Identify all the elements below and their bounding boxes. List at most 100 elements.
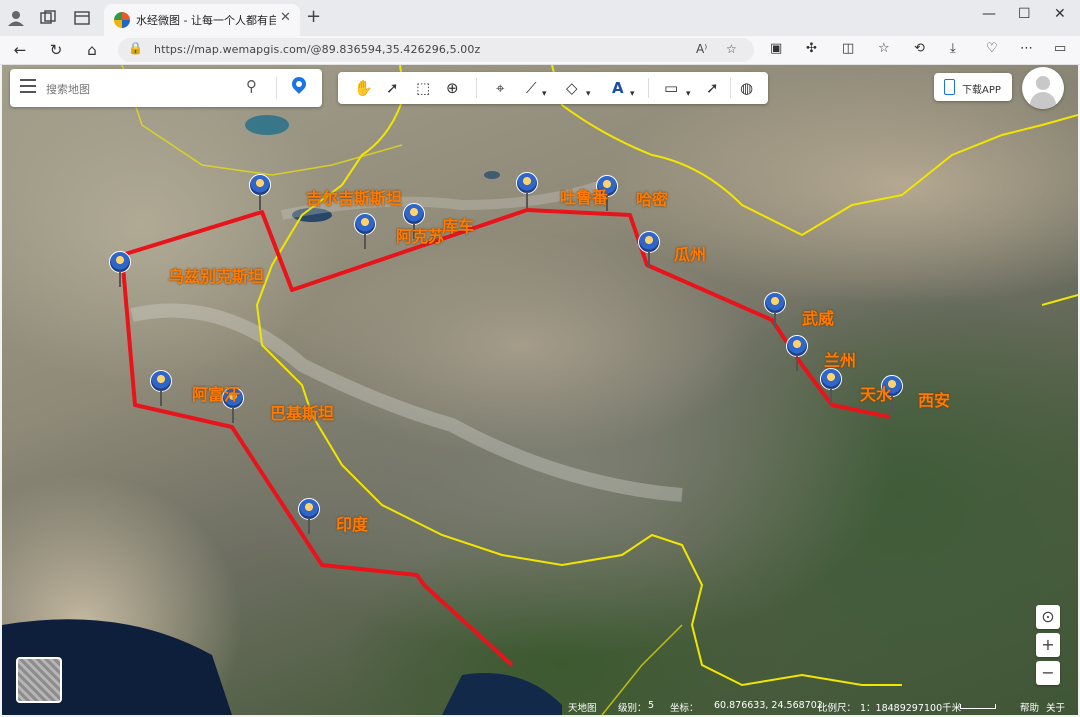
map-canvas[interactable]: 吉尔吉斯斯坦 吐鲁番 哈密 阿克苏 库车 瓜州 乌兹别克斯坦 武威 兰州 天水 … (2, 65, 1078, 715)
home-icon[interactable]: ⌂ (82, 40, 102, 60)
url-text: https://map.wemapgis.com/@89.836594,35.4… (154, 43, 481, 56)
chevron-down-icon[interactable]: ▾ (630, 84, 635, 104)
label-guazhou: 瓜州 (674, 245, 707, 264)
menu-icon[interactable] (20, 79, 36, 93)
about-link[interactable]: 关于 (1046, 700, 1065, 714)
label-uzbekistan: 乌兹别克斯坦 (168, 267, 265, 286)
refresh-icon[interactable]: ↻ (46, 40, 66, 60)
marker-uzbekistan[interactable] (109, 251, 131, 287)
split-screen-icon[interactable]: ◫ (842, 41, 854, 56)
marker-guazhou[interactable] (638, 231, 660, 267)
marker-turpan[interactable] (516, 172, 538, 208)
measure-ruler-icon[interactable]: ▭ (664, 78, 678, 98)
url-field[interactable]: 🔒 https://map.wemapgis.com/@89.836594,35… (118, 38, 754, 62)
minimize-icon[interactable]: — (982, 6, 996, 22)
scale-bar-label: 100千米 (924, 703, 962, 714)
marker-lanzhou[interactable] (786, 335, 808, 371)
level-value: 5 (648, 700, 655, 711)
tab-actions-icon[interactable] (72, 8, 92, 28)
browser-address-bar: ← ↻ ⌂ 🔒 https://map.wemapgis.com/@89.836… (0, 36, 1080, 65)
downloads-icon[interactable]: ⤓ (950, 41, 956, 56)
zoom-out-button[interactable]: − (1036, 661, 1060, 685)
marker-tianshui[interactable] (820, 368, 842, 404)
maximize-icon[interactable]: ☐ (1018, 6, 1031, 22)
label-pakistan: 巴基斯坦 (270, 404, 335, 423)
label-turpan: 吐鲁番 (560, 188, 609, 207)
browser-tab-bar: 水经微图 - 让每一个人都有自己 ✕ + — ☐ ✕ (0, 0, 1080, 37)
search-input[interactable] (44, 78, 238, 100)
label-afghanistan: 阿富汗 (192, 385, 241, 404)
chevron-down-icon[interactable]: ▾ (586, 84, 591, 104)
zoom-in-button[interactable]: + (1036, 633, 1060, 657)
level-label: 级别： (618, 703, 647, 714)
basemap-name: 天地图 (568, 703, 597, 714)
draw-polygon-icon[interactable]: ◇ (566, 78, 578, 98)
label-wuwei: 武威 (802, 309, 835, 328)
east-border (1041, 294, 1078, 306)
close-window-icon[interactable]: ✕ (1054, 6, 1066, 22)
coord-label: 坐标： (670, 703, 699, 714)
query-pointer-icon[interactable]: ➚ (706, 78, 719, 98)
map-toolbar: ✋ ➚ ⬚ ⊕ ⌖ ⟋ ▾ ◇ ▾ A ▾ ▭ ▾ ➚ ◍ (338, 72, 768, 104)
divider (648, 78, 649, 98)
scale-label: 比例尺： (818, 703, 857, 714)
marker-aksu[interactable] (354, 213, 376, 249)
close-tab-icon[interactable]: ✕ (280, 10, 291, 25)
favorite-star-icon[interactable]: ☆ (726, 42, 737, 56)
select-pointer-icon[interactable]: ➚ (386, 78, 399, 98)
zoom-controls: ⊙ + − (1036, 605, 1060, 689)
chevron-down-icon[interactable]: ▾ (686, 84, 691, 104)
download-app-button[interactable]: 下载APP (934, 73, 1012, 101)
label-kuche: 库车 (442, 217, 475, 236)
chevron-down-icon[interactable]: ▾ (542, 84, 547, 104)
site-favicon-icon (114, 12, 130, 28)
label-tianshui: 天水 (860, 385, 893, 404)
label-india: 印度 (336, 515, 369, 534)
workspaces-icon[interactable] (38, 8, 58, 28)
pan-hand-icon[interactable]: ✋ (354, 78, 373, 98)
tab-active[interactable]: 水经微图 - 让每一个人都有自己 ✕ (104, 4, 300, 36)
profile-icon[interactable] (6, 8, 26, 28)
location-pin-icon[interactable] (289, 74, 309, 94)
my-location-icon[interactable]: ⊙ (1036, 605, 1060, 629)
download-app-label: 下载APP (962, 85, 1001, 96)
zoom-area-icon[interactable]: ⊕ (446, 78, 459, 98)
divider (276, 77, 277, 99)
back-icon[interactable]: ← (10, 40, 30, 60)
divider (476, 78, 477, 98)
user-avatar[interactable] (1022, 67, 1064, 109)
more-options-icon[interactable]: ⋯ (1020, 41, 1033, 56)
globe-icon[interactable]: ◍ (740, 78, 753, 98)
add-text-icon[interactable]: A (612, 78, 624, 98)
help-link[interactable]: 帮助 (1020, 700, 1039, 714)
search-icon[interactable]: ⚲ (246, 77, 257, 95)
marker-wuwei[interactable] (764, 292, 786, 328)
label-lanzhou: 兰州 (824, 351, 857, 370)
marker-kyrgyzstan[interactable] (249, 174, 271, 210)
tab-title: 水经微图 - 让每一个人都有自己 (136, 14, 276, 27)
extensions-puzzle-icon[interactable]: ✣ (806, 41, 817, 56)
marker-india[interactable] (298, 498, 320, 534)
label-hami: 哈密 (636, 190, 669, 209)
draw-line-icon[interactable]: ⟋ (526, 78, 537, 98)
favorites-icon[interactable]: ☆ (878, 41, 890, 56)
sidebar-toggle-icon[interactable]: ▭ (1054, 41, 1066, 56)
lake-bosten (484, 171, 500, 179)
map-status-bar: 天地图 级别： 5 坐标： 60.876633, 24.568702 比例尺： … (2, 697, 1078, 715)
china-border (255, 65, 902, 687)
add-marker-icon[interactable]: ⌖ (496, 78, 504, 98)
marker-afghanistan[interactable] (150, 370, 172, 406)
history-icon[interactable]: ⟲ (914, 41, 925, 56)
label-xian: 西安 (918, 391, 951, 410)
scale-bar (960, 704, 996, 709)
coord-value: 60.876633, 24.568702 (714, 700, 823, 711)
read-aloud-icon[interactable]: A⁾ (696, 42, 707, 56)
new-tab-icon[interactable]: + (306, 8, 321, 26)
box-select-icon[interactable]: ⬚ (416, 78, 430, 98)
label-kyrgyzstan: 吉尔吉斯斯坦 (306, 189, 403, 208)
lake-balkhash (245, 115, 289, 135)
extension-icon[interactable]: ▣ (770, 41, 782, 56)
scale-value: 1：18489297 (860, 703, 924, 714)
label-aksu: 阿克苏 (396, 227, 445, 246)
browser-essentials-icon[interactable]: ♡ (986, 41, 998, 56)
